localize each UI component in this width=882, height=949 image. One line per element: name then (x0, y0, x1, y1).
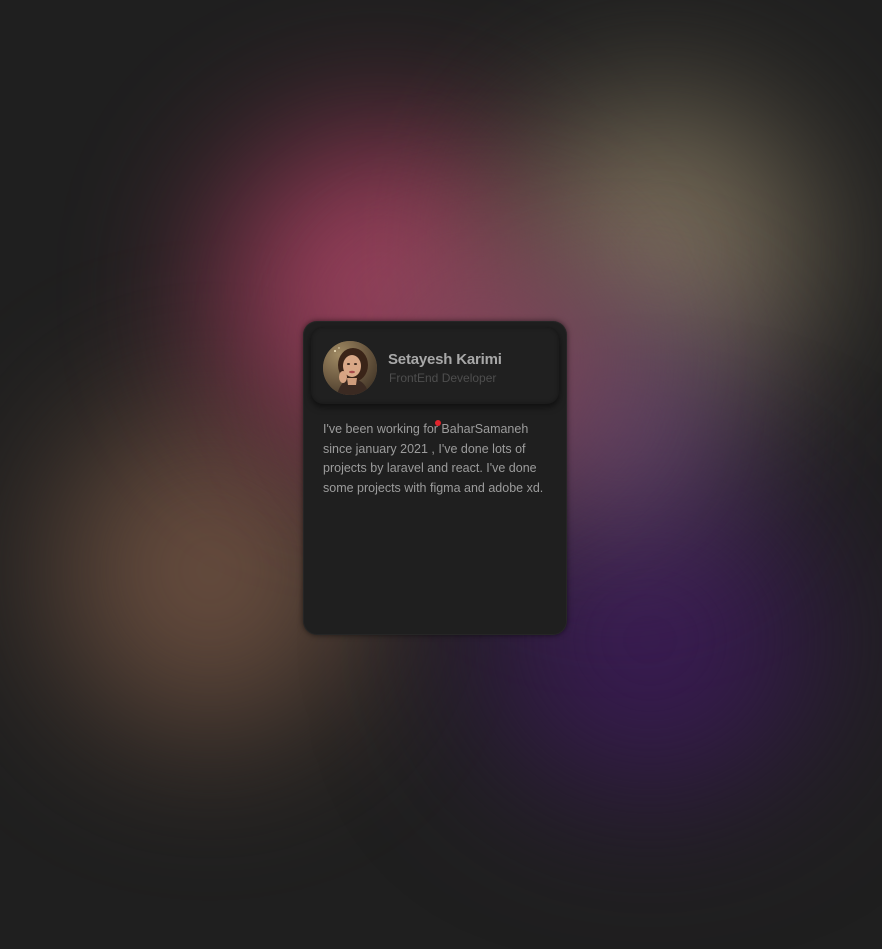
page-background: Setayesh Karimi FrontEnd Developer I've … (0, 0, 882, 949)
profile-role: FrontEnd Developer (389, 371, 497, 385)
profile-card: Setayesh Karimi FrontEnd Developer I've … (303, 321, 567, 635)
red-dot-cursor-icon (435, 420, 441, 426)
profile-name: Setayesh Karimi (388, 351, 502, 368)
avatar (323, 341, 377, 395)
profile-card-header: Setayesh Karimi FrontEnd Developer (311, 327, 559, 404)
profile-bio: I've been working for BaharSamaneh since… (323, 422, 544, 495)
avatar-photo-icon (323, 341, 377, 395)
